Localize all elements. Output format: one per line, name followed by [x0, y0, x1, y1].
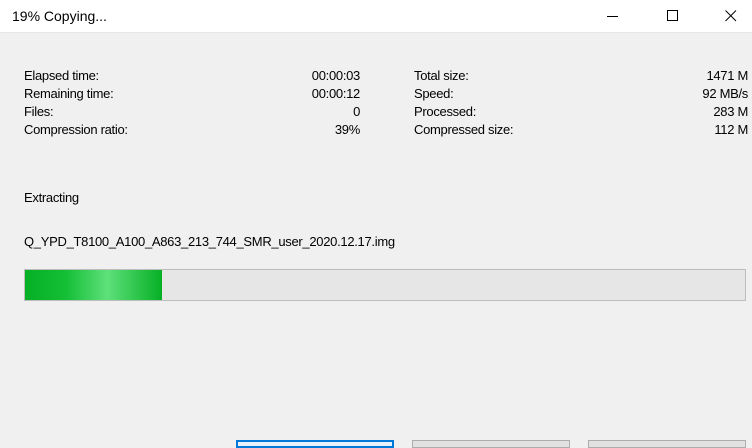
minimize-icon — [607, 16, 618, 17]
stat-label: Elapsed time: — [24, 68, 99, 83]
stat-value: 283 M — [713, 104, 748, 119]
stat-files: Files: 0 — [24, 104, 360, 120]
stat-value: 92 MB/s — [702, 86, 748, 101]
status-text: Extracting — [24, 190, 79, 205]
stat-processed: Processed: 283 M — [414, 104, 748, 120]
stat-compression-ratio: Compression ratio: 39% — [24, 122, 360, 138]
stat-label: Files: — [24, 104, 54, 119]
stat-value: 39% — [334, 122, 360, 137]
stat-value: 0 — [353, 104, 360, 119]
title-bar[interactable]: 19% Copying... — [0, 0, 752, 33]
stat-value: 00:00:03 — [311, 68, 361, 83]
dialog-button-primary[interactable] — [236, 440, 394, 448]
progress-bar — [24, 269, 746, 301]
stat-label: Processed: — [414, 104, 477, 119]
window-title: 19% Copying... — [12, 8, 107, 24]
stat-label: Compression ratio: — [24, 122, 128, 137]
stat-total-size: Total size: 1471 M — [414, 68, 748, 84]
stat-value: 00:00:12 — [311, 86, 361, 101]
maximize-button[interactable] — [650, 0, 696, 32]
stats-right: Total size: 1471 M Speed: 92 MB/s Proces… — [414, 68, 748, 140]
current-file-name: Q_YPD_T8100_A100_A863_213_744_SMR_user_2… — [24, 234, 395, 249]
progress-fill — [25, 270, 162, 300]
stat-remaining-time: Remaining time: 00:00:12 — [24, 86, 360, 102]
stat-compressed-size: Compressed size: 112 M — [414, 122, 748, 138]
stat-label: Total size: — [414, 68, 469, 83]
stats-left: Elapsed time: 00:00:03 Remaining time: 0… — [24, 68, 360, 140]
stat-value: 112 M — [714, 122, 748, 137]
progress-dialog: 19% Copying... Elapsed time: 00:00:03 Re… — [0, 0, 752, 448]
stat-value: 1471 M — [706, 68, 748, 83]
dialog-button-tertiary[interactable] — [588, 440, 746, 448]
stat-speed: Speed: 92 MB/s — [414, 86, 748, 102]
stat-elapsed-time: Elapsed time: 00:00:03 — [24, 68, 360, 84]
stat-label: Compressed size: — [414, 122, 514, 137]
close-button[interactable] — [708, 0, 752, 32]
dialog-button-secondary[interactable] — [412, 440, 570, 448]
stat-label: Remaining time: — [24, 86, 114, 101]
close-icon — [725, 10, 737, 22]
maximize-icon — [667, 10, 678, 21]
stat-label: Speed: — [414, 86, 454, 101]
minimize-button[interactable] — [590, 0, 636, 32]
